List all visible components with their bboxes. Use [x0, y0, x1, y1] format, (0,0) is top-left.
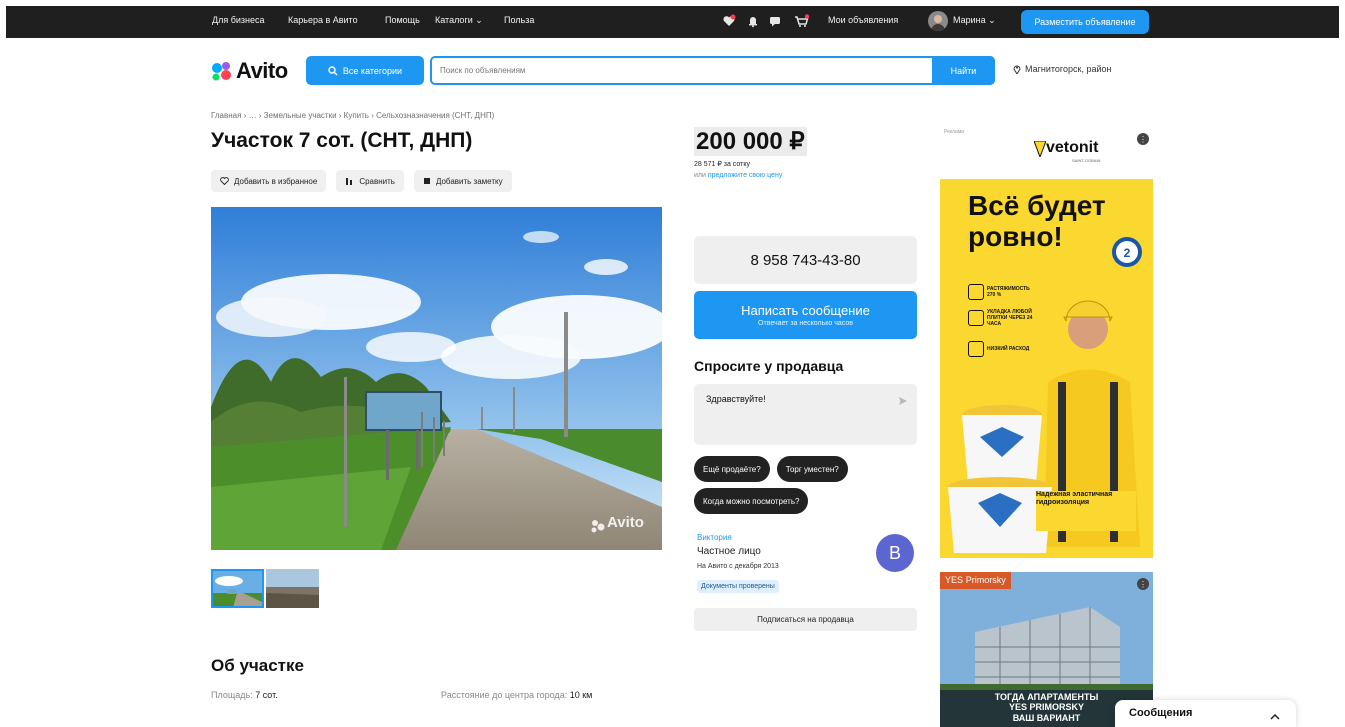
- add-to-favorites-label: Добавить в избранное: [234, 176, 318, 186]
- breadcrumb-ellipsis[interactable]: …: [249, 111, 257, 120]
- avito-logo[interactable]: Avito: [211, 58, 288, 84]
- breadcrumb-home[interactable]: Главная: [211, 111, 241, 120]
- search-icon: [328, 65, 338, 75]
- param-area: Площадь: 7 сот.: [211, 690, 278, 700]
- warranty-badge-icon: 2: [1112, 237, 1142, 267]
- param-area-value: 7 сот.: [255, 690, 278, 700]
- param-area-label: Площадь:: [211, 690, 253, 700]
- nav-link-career[interactable]: Карьера в Авито: [288, 15, 358, 25]
- offer-price: или предложите свою цену: [694, 172, 782, 179]
- breadcrumb-buy[interactable]: Купить: [344, 111, 369, 120]
- thumbnail-2[interactable]: [266, 569, 319, 608]
- location-label: Магнитогорск, район: [1025, 64, 1112, 74]
- breadcrumb: Главная › … › Земельные участки › Купить…: [211, 111, 495, 120]
- note-icon: [423, 178, 430, 184]
- response-time: Отвечает за несколько часов: [758, 320, 853, 327]
- ask-seller-text: Здравствуйте!: [706, 394, 766, 404]
- subscribe-seller-button[interactable]: Подписаться на продавца: [694, 608, 917, 631]
- ad-headline-line-2: ровно!: [968, 220, 1063, 252]
- about-section-title: Об участке: [211, 656, 304, 675]
- quick-question-chip[interactable]: Торг уместен?: [776, 456, 848, 482]
- field-photo-image: [211, 207, 662, 550]
- thumbnail-1[interactable]: [211, 569, 264, 608]
- nav-link-business[interactable]: Для бизнеса: [212, 15, 265, 25]
- photo-thumbnails: [211, 569, 319, 608]
- seller-type: Частное лицо: [697, 546, 761, 557]
- quick-question-chip[interactable]: Ещё продаёте?: [694, 456, 770, 482]
- price-per-sotka: 28 571 ₽ за сотку: [694, 161, 750, 168]
- search-input[interactable]: [432, 58, 932, 83]
- main-photo[interactable]: Avito: [211, 207, 662, 550]
- search-bar: Найти: [430, 56, 995, 85]
- listing-actions: Добавить в избранное Сравнить Добавить з…: [211, 170, 512, 192]
- ask-seller-title: Спросите у продавца: [694, 358, 844, 374]
- ad-yes-logo: YES Primorsky: [940, 572, 1011, 589]
- all-categories-button[interactable]: Все категории: [306, 56, 424, 85]
- add-note-button[interactable]: Добавить заметку: [413, 170, 512, 192]
- quick-question-chip[interactable]: Когда можно посмотреть?: [694, 488, 809, 514]
- breadcrumb-land[interactable]: Земельные участки: [264, 111, 337, 120]
- chevron-up-icon[interactable]: [1270, 708, 1280, 726]
- heart-icon[interactable]: [722, 14, 736, 28]
- quick-questions: Ещё продаёте? Торг уместен? Когда можно …: [694, 456, 924, 514]
- logo-text: Avito: [236, 58, 288, 83]
- compare-button[interactable]: Сравнить: [336, 170, 404, 192]
- breadcrumb-category[interactable]: Сельхозназначения (СНТ, ДНП): [376, 111, 494, 120]
- price: 200 000 ₽: [694, 127, 807, 156]
- ad-headline: Всё будет ровно!: [968, 190, 1106, 253]
- nav-link-help[interactable]: Помощь: [385, 15, 420, 25]
- nav-link-catalogs[interactable]: Каталоги ⌄: [435, 15, 483, 26]
- ad-brand: vetonit: [1046, 139, 1099, 156]
- documents-verified-badge: Документы проверены: [697, 580, 779, 593]
- show-phone-button[interactable]: 8 958 743-43-80: [694, 236, 917, 284]
- write-message-label: Написать сообщение: [741, 303, 870, 318]
- post-ad-button[interactable]: Разместить объявление: [1021, 10, 1149, 34]
- seller-avatar[interactable]: В: [876, 534, 914, 572]
- write-message-button[interactable]: Написать сообщение Отвечает за несколько…: [694, 291, 917, 339]
- user-menu[interactable]: Марина ⌄: [953, 15, 996, 26]
- compare-label: Сравнить: [359, 176, 395, 186]
- top-nav-bar: Для бизнеса Карьера в Авито Помощь Катал…: [6, 6, 1339, 38]
- chat-icon[interactable]: [768, 14, 782, 28]
- add-to-favorites-button[interactable]: Добавить в избранное: [211, 170, 327, 192]
- page: Для бизнеса Карьера в Авито Помощь Катал…: [0, 0, 1345, 727]
- svg-text:2: 2: [1124, 246, 1131, 260]
- cart-icon[interactable]: [794, 14, 810, 28]
- my-ads-link[interactable]: Мои объявления: [828, 15, 898, 25]
- add-note-label: Добавить заметку: [435, 176, 503, 186]
- vetonit-logo-icon: [1034, 141, 1046, 157]
- page-title: Участок 7 сот. (СНТ, ДНП): [211, 129, 473, 152]
- location-pin-icon: [1013, 65, 1021, 74]
- offer-prefix: или: [694, 172, 706, 179]
- heart-outline-icon: [220, 177, 229, 185]
- ad-label: Реклама: [944, 129, 965, 135]
- ad-info-icon[interactable]: ⋮: [1137, 578, 1149, 590]
- logo-dots-icon: [212, 62, 231, 81]
- ad-headline-line-1: Всё будет: [968, 190, 1106, 221]
- param-distance-label: Расстояние до центра города:: [441, 690, 568, 700]
- photo-watermark: Avito: [607, 514, 644, 531]
- ad-tagline: Надежная эластичная гидроизоляция: [1036, 491, 1136, 531]
- location-selector[interactable]: Магнитогорск, район: [1013, 64, 1111, 74]
- ad-yes-logo-text: YES: [945, 575, 964, 585]
- ad-yes-logo-sub: Primorsky: [965, 575, 1006, 585]
- nav-link-benefit[interactable]: Польза: [504, 15, 534, 25]
- seller-since: На Авито с декабря 2013: [697, 563, 779, 570]
- send-icon[interactable]: [898, 393, 908, 411]
- all-categories-label: Все категории: [342, 65, 403, 76]
- param-distance: Расстояние до центра города: 10 км: [441, 690, 592, 700]
- avatar[interactable]: [928, 11, 948, 31]
- ad-info-icon[interactable]: ⋮: [1137, 133, 1149, 145]
- offer-price-link[interactable]: предложите свою цену: [708, 172, 782, 179]
- ad-banner-vetonit[interactable]: Реклама vetonit SAINT-GOBAIN ⋮ Всё будет…: [940, 127, 1153, 558]
- seller-name[interactable]: Виктория: [697, 533, 732, 542]
- find-button[interactable]: Найти: [932, 56, 995, 85]
- messenger-label: Сообщения: [1129, 707, 1193, 719]
- ask-seller-input[interactable]: Здравствуйте!: [694, 384, 917, 445]
- ad-brand-sub: SAINT-GOBAIN: [1072, 158, 1101, 163]
- messenger-panel[interactable]: Сообщения: [1115, 700, 1296, 727]
- compare-icon: [346, 177, 353, 185]
- param-distance-value: 10 км: [569, 690, 593, 700]
- bell-icon[interactable]: [746, 14, 760, 28]
